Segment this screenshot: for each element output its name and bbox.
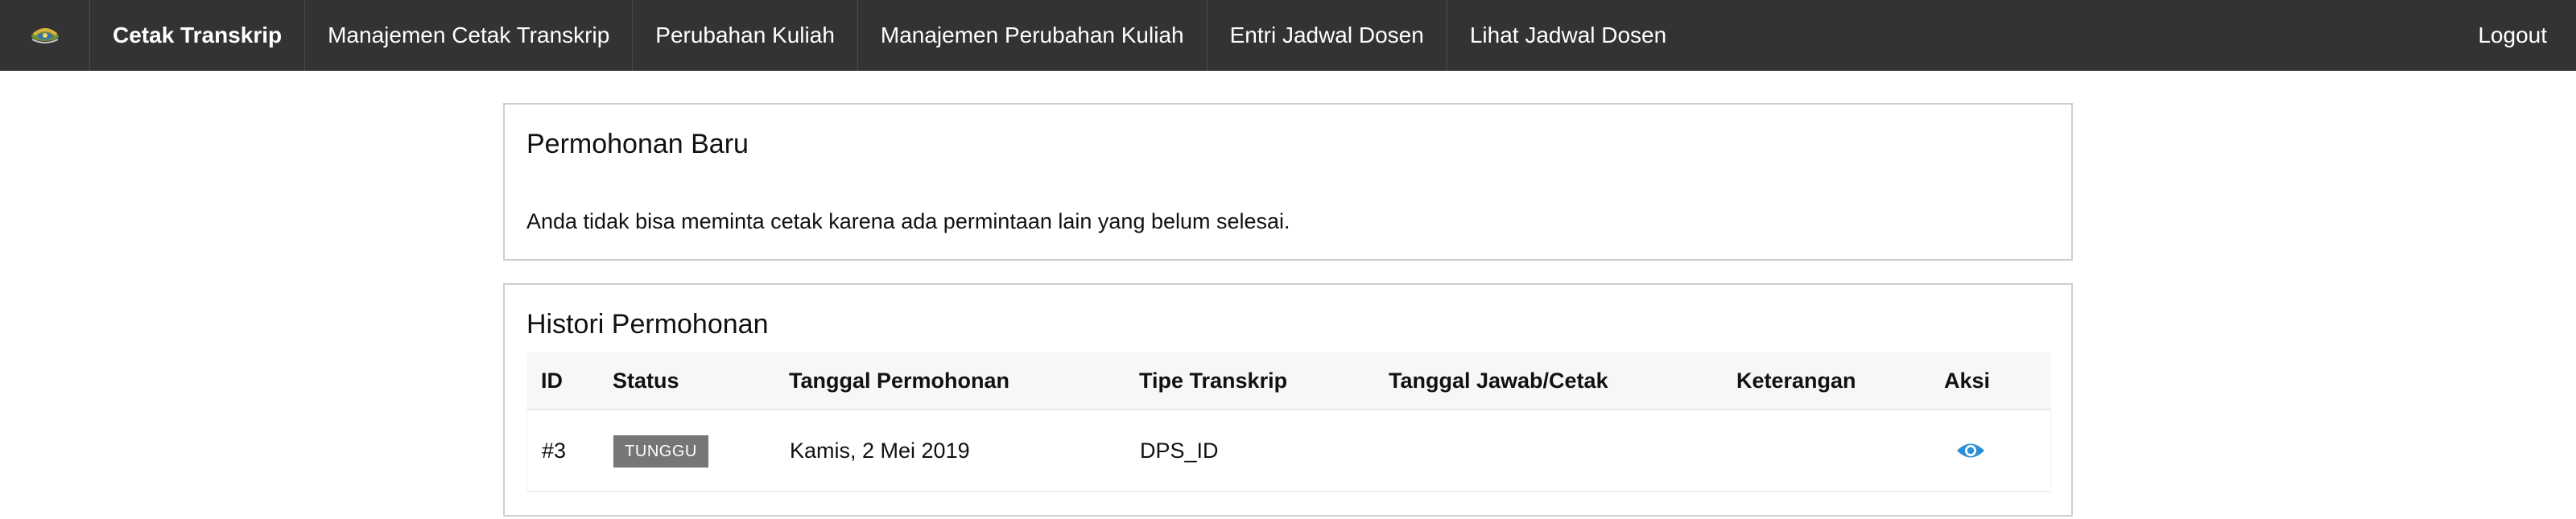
new-request-title: Permohonan Baru: [526, 129, 749, 159]
row-transcript-type: DPS_ID: [1140, 439, 1219, 463]
row-id: #3: [542, 439, 567, 463]
column-header-request-date: Tanggal Permohonan: [789, 369, 1010, 393]
column-header-action: Aksi: [1944, 369, 1991, 393]
logo[interactable]: [0, 0, 90, 71]
column-header-transcript-type: Tipe Transkrip: [1139, 369, 1288, 393]
nav-lihat-jadwal-dosen[interactable]: Lihat Jadwal Dosen: [1447, 0, 1689, 71]
nav-manajemen-perubahan-kuliah[interactable]: Manajemen Perubahan Kuliah: [858, 0, 1208, 71]
row-request-date: Kamis, 2 Mei 2019: [790, 439, 970, 463]
nav-cetak-transkrip[interactable]: Cetak Transkrip: [90, 0, 306, 71]
column-header-note: Keterangan: [1736, 369, 1856, 393]
column-header-id: ID: [541, 369, 563, 393]
column-header-response-date: Tanggal Jawab/Cetak: [1389, 369, 1608, 393]
table-header: ID Status Tanggal Permohonan Tipe Transk…: [526, 352, 2051, 409]
university-logo-icon: [31, 28, 59, 43]
history-title: Histori Permohonan: [526, 309, 769, 340]
logout-link[interactable]: Logout: [2449, 0, 2576, 71]
status-badge: TUNGGU: [613, 435, 708, 468]
view-button[interactable]: [1955, 436, 1987, 465]
eye-icon: [1957, 443, 1984, 458]
nav-entri-jadwal-dosen[interactable]: Entri Jadwal Dosen: [1208, 0, 1447, 71]
nav-perubahan-kuliah[interactable]: Perubahan Kuliah: [633, 0, 858, 71]
column-header-status: Status: [613, 369, 679, 393]
nav-manajemen-cetak-transkrip[interactable]: Manajemen Cetak Transkrip: [305, 0, 634, 71]
top-navbar: Cetak Transkrip Manajemen Cetak Transkri…: [0, 0, 2576, 71]
table-row: #3 TUNGGU Kamis, 2 Mei 2019 DPS_ID: [526, 409, 2051, 492]
new-request-message: Anda tidak bisa meminta cetak karena ada…: [526, 209, 1290, 233]
new-request-panel: Permohonan Baru Anda tidak bisa meminta …: [503, 103, 2073, 261]
history-panel: Histori Permohonan ID Status Tanggal Per…: [503, 283, 2073, 517]
history-table: ID Status Tanggal Permohonan Tipe Transk…: [526, 352, 2051, 492]
